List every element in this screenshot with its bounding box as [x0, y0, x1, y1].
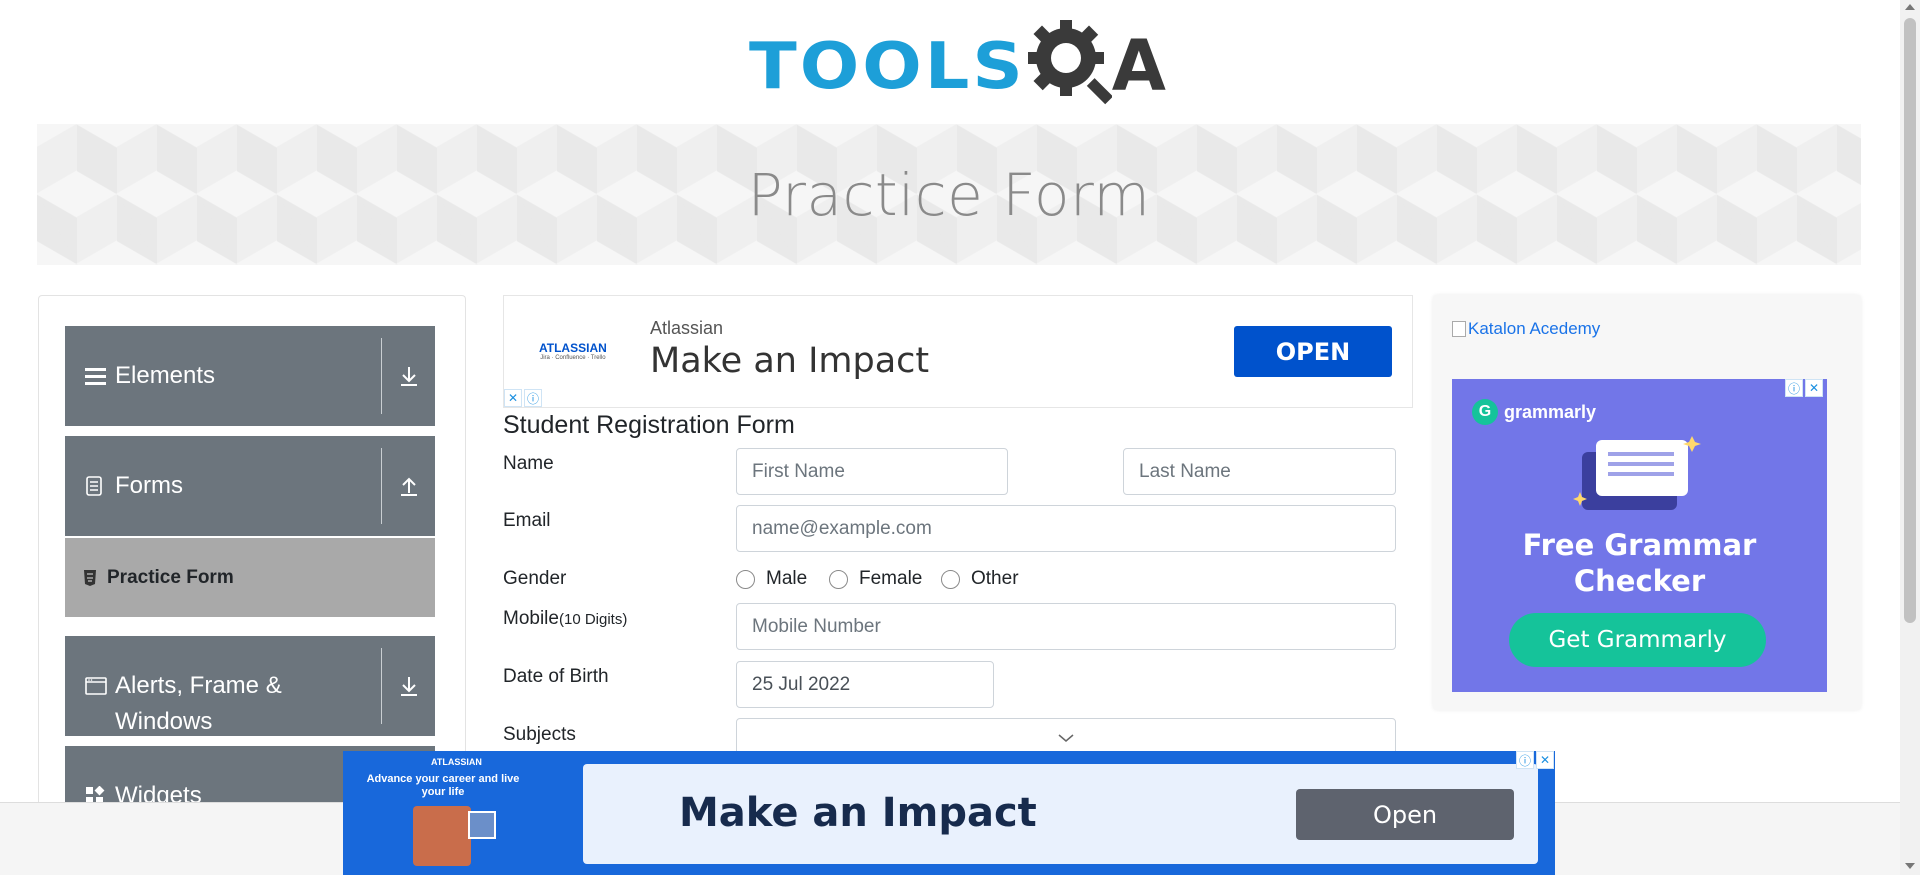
document-illustration-icon	[1573, 436, 1701, 510]
ad-open-button[interactable]: OPEN	[1234, 326, 1392, 377]
ad-sponsor: Atlassian	[650, 318, 724, 338]
grammarly-ad[interactable]: ⓘ ✕ G grammarly Free Grammar Checker Get…	[1452, 379, 1827, 692]
ad-bottom-tagline: Advance your career and live your life	[366, 773, 520, 798]
sidebar-group-label: Alerts, Frame & Windows	[115, 672, 282, 735]
radio-label: Male	[766, 568, 808, 589]
radio-label: Other	[971, 568, 1019, 589]
scroll-up-icon[interactable]	[1905, 4, 1915, 10]
chevron-down-icon	[1058, 734, 1074, 742]
close-icon[interactable]: ✕	[1536, 751, 1554, 769]
download-arrow-icon[interactable]	[381, 648, 435, 724]
scroll-thumb[interactable]	[1904, 18, 1916, 623]
katalon-academy-link[interactable]: Katalon Acedemy	[1452, 319, 1600, 339]
sidebar-group-label: Elements	[115, 362, 216, 389]
logo-qa-mark: A	[1026, 18, 1166, 113]
email-label: Email	[503, 510, 551, 531]
ad-bottom-headline: Make an Impact	[679, 790, 1037, 836]
logo-tools-text: TOOLS	[749, 27, 1026, 104]
ad-headline: Make an Impact	[650, 341, 930, 381]
name-label: Name	[503, 453, 554, 474]
close-icon[interactable]: ✕	[504, 389, 522, 407]
info-icon[interactable]: ⓘ	[1785, 379, 1803, 397]
subjects-label: Subjects	[503, 724, 576, 745]
screen-thumbnail	[468, 811, 496, 839]
sidebar-group-forms[interactable]: Forms	[65, 436, 435, 536]
toolsqa-logo[interactable]: TOOLS A	[749, 18, 1166, 113]
upload-arrow-icon[interactable]	[381, 448, 435, 524]
atlassian-ad-banner[interactable]: ATLASSIAN Jira · Confluence · Trello Atl…	[503, 295, 1413, 408]
grammarly-g-icon: G	[1472, 399, 1498, 425]
window-icon	[85, 668, 113, 704]
sidebar-item-label: Practice Form	[107, 566, 234, 588]
grammarly-logo-text: grammarly	[1504, 401, 1597, 422]
close-icon[interactable]: ✕	[1805, 379, 1823, 397]
logo-a-text: A	[1111, 24, 1166, 107]
katalon-alt-text: Katalon Acedemy	[1468, 319, 1601, 338]
mobile-label-text: Mobile	[503, 608, 559, 629]
gender-radio-female[interactable]: Female	[829, 568, 922, 590]
mobile-hint: (10 Digits)	[558, 611, 628, 628]
grammarly-headline-2: Checker	[1573, 564, 1706, 598]
ad-brand-sub: Jira · Confluence · Trello	[540, 355, 606, 361]
scroll-down-icon[interactable]	[1905, 863, 1915, 869]
grammarly-headline-1: Free Grammar	[1522, 528, 1757, 562]
sidebar-group-alerts[interactable]: Alerts, Frame & Windows	[65, 636, 435, 736]
radio-label: Female	[859, 568, 923, 589]
page-banner: Practice Form	[37, 124, 1861, 265]
mobile-label: Mobile(10 Digits)	[503, 608, 627, 630]
ad-bottom-open-button[interactable]: Open	[1296, 789, 1514, 840]
radio-circle[interactable]	[829, 569, 848, 589]
ad-choices[interactable]: ✕ ⓘ	[504, 389, 542, 407]
gender-radio-other[interactable]: Other	[941, 568, 1019, 590]
dob-label: Date of Birth	[503, 666, 609, 687]
person-photo	[413, 806, 471, 866]
radio-circle[interactable]	[941, 569, 960, 589]
info-icon[interactable]: ⓘ	[1516, 751, 1534, 769]
ad-choices[interactable]: ⓘ ✕	[1785, 379, 1823, 397]
right-ad-panel: Katalon Acedemy ⓘ ✕ G grammarly Free Gra…	[1433, 295, 1861, 710]
ad-bottom-panel: Make an Impact Open	[583, 764, 1538, 864]
page-title: Practice Form	[747, 160, 1151, 229]
gear-magnifier-icon	[1027, 20, 1112, 105]
page-scrollbar[interactable]	[1900, 0, 1920, 875]
grammarly-headline: Free Grammar Checker	[1452, 527, 1827, 599]
atlassian-logo: ATLASSIAN Jira · Confluence · Trello	[539, 341, 607, 361]
bottom-atlassian-ad[interactable]: ATLASSIAN Advance your career and live y…	[343, 751, 1555, 875]
ad-brand: ATLASSIAN	[539, 341, 607, 355]
sidebar-item-practice-form[interactable]: Practice Form	[65, 538, 435, 617]
gender-radio-male[interactable]: Male	[736, 568, 807, 590]
ad-bottom-brand: ATLASSIAN	[431, 757, 482, 767]
broken-image-icon	[1452, 321, 1466, 337]
last-name-input[interactable]: Last Name	[1123, 448, 1396, 495]
html5-icon	[83, 569, 97, 586]
date-of-birth-input[interactable]: 25 Jul 2022	[736, 661, 994, 708]
ad-illustration: ATLASSIAN Advance your career and live y…	[343, 751, 583, 875]
sidebar-group-label: Forms	[115, 472, 183, 499]
document-icon	[85, 468, 113, 504]
email-input[interactable]: name@example.com	[736, 505, 1396, 552]
sidebar-group-elements[interactable]: Elements	[65, 326, 435, 426]
info-icon[interactable]: ⓘ	[524, 389, 542, 407]
hamburger-icon	[85, 358, 113, 394]
radio-circle[interactable]	[736, 569, 755, 589]
form-title: Student Registration Form	[503, 411, 795, 439]
download-arrow-icon[interactable]	[381, 338, 435, 414]
mobile-input[interactable]: Mobile Number	[736, 603, 1396, 650]
first-name-input[interactable]: First Name	[736, 448, 1008, 495]
gender-label: Gender	[503, 568, 567, 589]
left-sidebar: Elements Forms Practice Form Alerts, Fra…	[38, 295, 466, 815]
get-grammarly-button[interactable]: Get Grammarly	[1509, 613, 1766, 667]
grammarly-logo: G grammarly	[1472, 399, 1596, 425]
ad-choices[interactable]: ⓘ ✕	[1516, 751, 1554, 769]
